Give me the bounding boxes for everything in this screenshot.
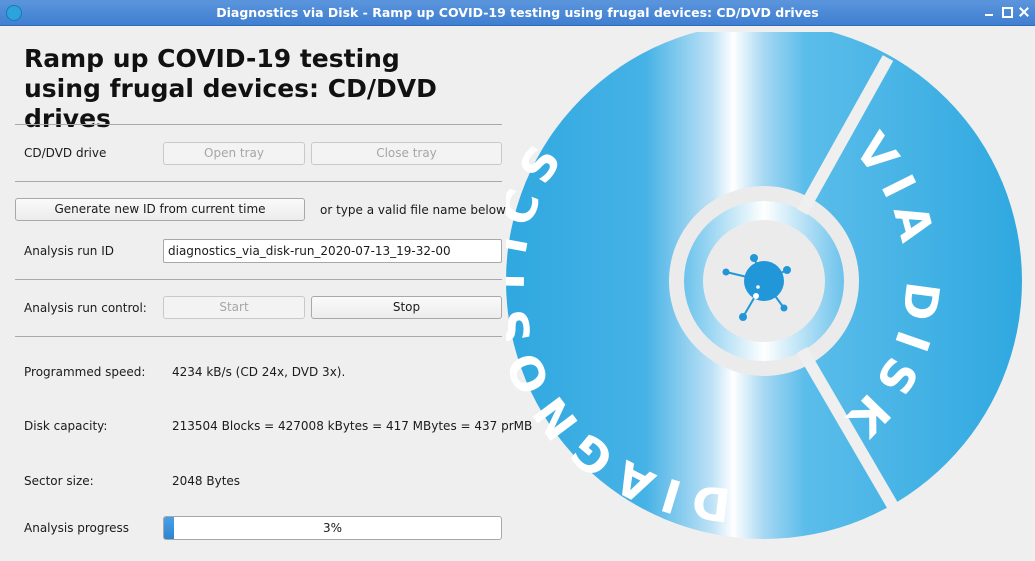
maximize-icon[interactable] (999, 4, 1015, 20)
analysis-progress-bar: 3% (163, 516, 502, 540)
diagnostics-via-disk-logo: DIAGNOSTICS VIA DISK (506, 32, 1035, 561)
sector-value: 2048 Bytes (172, 474, 241, 488)
run-id-input[interactable] (163, 239, 502, 263)
run-control-label: Analysis run control: (24, 301, 147, 315)
page-title: Ramp up COVID-19 testing using frugal de… (24, 44, 504, 134)
progress-label: Analysis progress (24, 521, 130, 535)
capacity-value: 213504 Blocks = 427008 kBytes = 417 MByt… (172, 419, 533, 433)
speed-label: Programmed speed: (24, 365, 146, 379)
divider (15, 181, 502, 182)
id-hint: or type a valid file name below (320, 203, 506, 217)
speed-value: 4234 kB/s (CD 24x, DVD 3x). (172, 365, 346, 379)
window-titlebar[interactable]: Diagnostics via Disk - Ramp up COVID-19 … (0, 0, 1035, 26)
page-title-line1: Ramp up COVID-19 testing (24, 44, 400, 73)
minimize-icon[interactable] (981, 4, 997, 20)
progress-text: 3% (322, 521, 343, 535)
generate-id-button[interactable]: Generate new ID from current time (15, 198, 305, 221)
divider (15, 279, 502, 280)
divider (15, 124, 502, 125)
start-button[interactable]: Start (163, 296, 305, 319)
sector-label: Sector size: (24, 474, 94, 488)
run-id-label: Analysis run ID (24, 244, 114, 258)
drive-label: CD/DVD drive (24, 146, 107, 160)
page-title-line2: using frugal devices: CD/DVD drives (24, 74, 437, 133)
stop-button[interactable]: Stop (311, 296, 502, 319)
capacity-label: Disk capacity: (24, 419, 108, 433)
divider (15, 336, 502, 337)
close-icon[interactable] (1016, 4, 1032, 20)
close-tray-button[interactable]: Close tray (311, 142, 502, 165)
open-tray-button[interactable]: Open tray (163, 142, 305, 165)
window-title: Diagnostics via Disk - Ramp up COVID-19 … (216, 5, 819, 20)
